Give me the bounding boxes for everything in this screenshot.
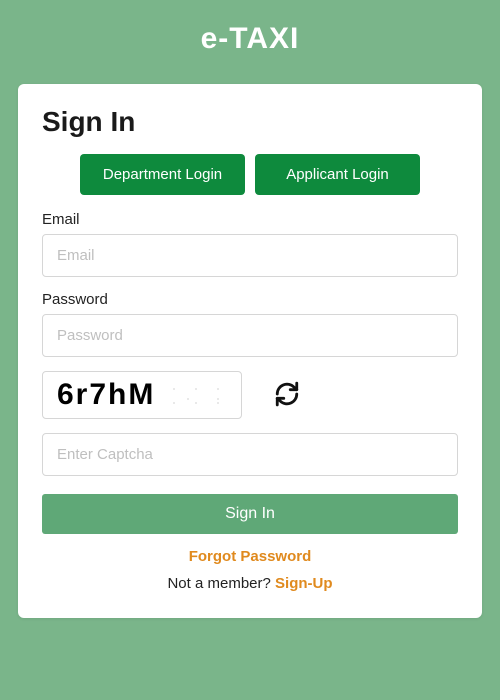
captcha-input-group [42,433,458,476]
refresh-captcha-button[interactable] [270,377,304,414]
forgot-row: Forgot Password [42,548,458,565]
password-label: Password [42,291,458,308]
email-group: Email [42,211,458,277]
captcha-row: 6r7hM [42,371,458,419]
signin-card: Sign In Department Login Applicant Login… [18,84,482,618]
not-member-text: Not a member? [167,575,275,592]
login-tabs: Department Login Applicant Login [42,154,458,195]
app-title: e-TAXI [0,22,500,56]
captcha-field[interactable] [42,433,458,476]
refresh-icon [274,395,300,410]
email-field[interactable] [42,234,458,277]
signup-row: Not a member? Sign-Up [42,575,458,592]
forgot-password-link[interactable]: Forgot Password [189,548,312,565]
email-label: Email [42,211,458,228]
signup-link[interactable]: Sign-Up [275,575,333,592]
tab-applicant-login[interactable]: Applicant Login [255,154,420,195]
captcha-image: 6r7hM [42,371,242,419]
app-header: e-TAXI [0,0,500,84]
signin-button[interactable]: Sign In [42,494,458,534]
password-group: Password [42,291,458,357]
password-field[interactable] [42,314,458,357]
card-title: Sign In [42,106,458,138]
tab-department-login[interactable]: Department Login [80,154,245,195]
